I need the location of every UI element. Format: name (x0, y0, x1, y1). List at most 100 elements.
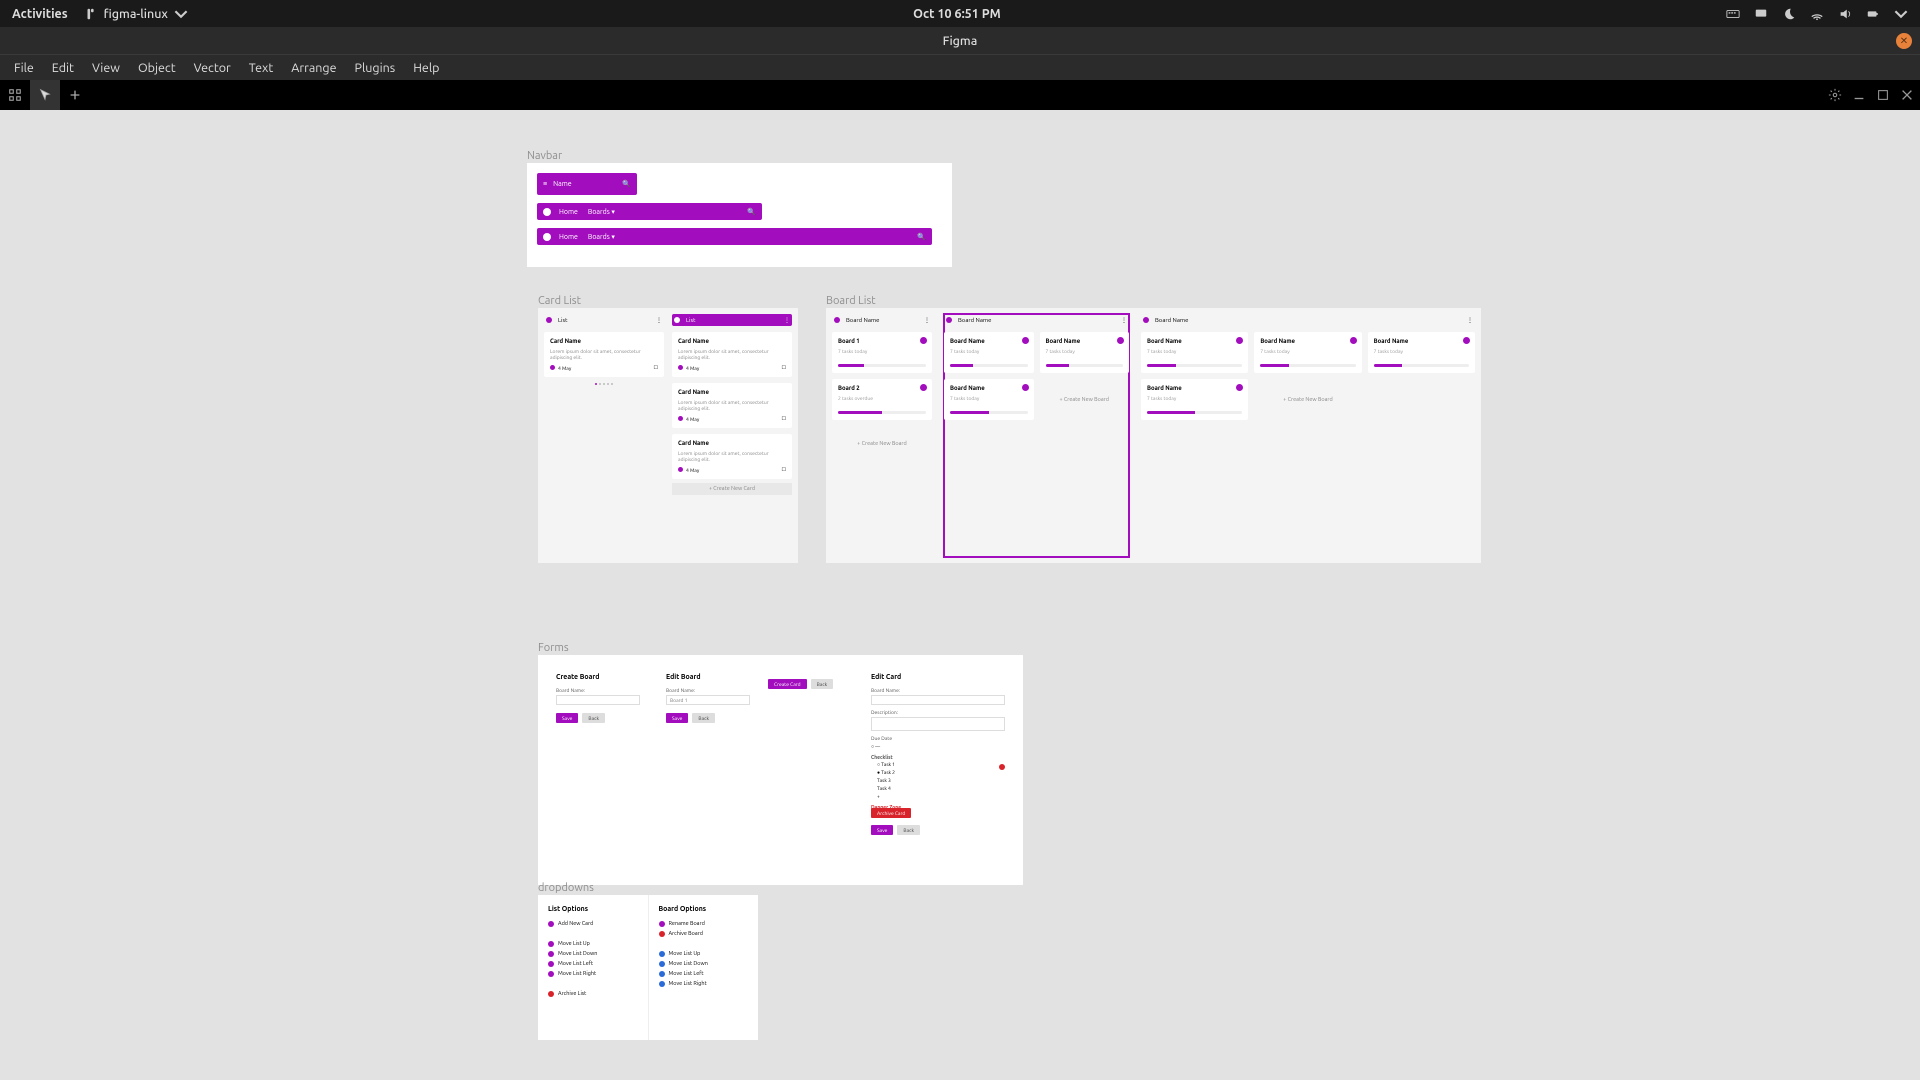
create-card-button[interactable]: + Create New Card (672, 483, 792, 495)
board-card[interactable]: Board Name7 tasks today (1141, 332, 1248, 373)
menu-vector[interactable]: Vector (186, 57, 239, 79)
save-button[interactable]: Save (871, 825, 893, 835)
dropdown-item[interactable]: Archive Board (659, 931, 749, 937)
board-card[interactable]: Board 1 7 tasks today (832, 332, 932, 373)
delete-icon[interactable] (999, 764, 1005, 770)
menu-edit[interactable]: Edit (44, 57, 82, 79)
settings-icon[interactable] (1828, 88, 1842, 102)
checkbox-icon[interactable]: ☐ (782, 466, 786, 473)
back-button[interactable]: Back (897, 825, 920, 835)
menu-help[interactable]: Help (405, 57, 447, 79)
frame-boardlist[interactable]: Board Name⋮ Board 1 7 tasks today Board … (826, 308, 1481, 563)
form-edit-card[interactable]: Edit Card Board Name: Description: Due D… (863, 665, 1013, 875)
minimize-icon[interactable] (1852, 88, 1866, 102)
card-item[interactable]: Card Name Lorem ipsum dolor sit amet, co… (672, 332, 792, 377)
chevron-down-icon[interactable] (1894, 7, 1908, 21)
dropdown-item[interactable]: Move List Left (548, 961, 638, 967)
grid-tool[interactable] (0, 80, 30, 110)
figma-canvas[interactable]: Navbar ≡ Name 🔍 Home Boards ▾ 🔍 Home Boa… (0, 110, 1920, 1080)
night-icon[interactable] (1782, 7, 1796, 21)
checklist-item[interactable]: Task 3 (877, 776, 1005, 784)
checklist-item[interactable]: Task 4 (877, 784, 1005, 792)
dropdown-item[interactable]: Add New Card (548, 921, 638, 927)
keyboard-icon[interactable] (1726, 7, 1740, 21)
dropdown-item[interactable]: Move List Left (659, 971, 749, 977)
checkbox-icon[interactable]: ☐ (654, 364, 658, 371)
search-icon[interactable]: 🔍 (917, 233, 926, 241)
checkbox-icon[interactable]: ☐ (782, 364, 786, 371)
card-item[interactable]: Card Name Lorem ipsum dolor sit amet, co… (672, 383, 792, 428)
menu-plugins[interactable]: Plugins (347, 57, 404, 79)
search-icon[interactable]: 🔍 (747, 208, 756, 216)
board-card[interactable]: Board 2 2 tasks overdue (832, 379, 932, 420)
dropdown-list-options[interactable]: List Options Add New Card Move List Up M… (538, 895, 649, 1040)
create-card-button[interactable]: Create Card (768, 679, 807, 689)
dropdown-item[interactable]: Archive List (548, 991, 638, 997)
menu-text[interactable]: Text (241, 57, 281, 79)
create-board-button[interactable]: + Create New Board (1254, 379, 1361, 420)
board-card[interactable]: Board Name7 tasks today (1040, 332, 1130, 373)
card-item[interactable]: Card Name Lorem ipsum dolor sit amet, co… (672, 434, 792, 479)
pagination-dots[interactable] (544, 383, 664, 385)
add-tool[interactable] (60, 80, 90, 110)
back-button[interactable]: Back (692, 713, 715, 723)
maximize-icon[interactable] (1876, 88, 1890, 102)
list-header-active[interactable]: List ⋮ (672, 314, 792, 326)
checkbox-icon[interactable]: ☐ (782, 415, 786, 422)
dropdown-item[interactable]: Move List Up (659, 951, 749, 957)
volume-icon[interactable] (1838, 7, 1852, 21)
dropdown-item[interactable]: Rename Board (659, 921, 749, 927)
form-create-board[interactable]: Create Board Board Name: SaveBack (548, 665, 648, 875)
board-card[interactable]: Board Name7 tasks today (1141, 379, 1248, 420)
archive-card-button[interactable]: Archive Card (871, 808, 911, 818)
nav-home[interactable]: Home (559, 233, 578, 241)
checklist-item[interactable]: ● Task 2 (877, 768, 1005, 776)
add-checklist-item[interactable]: + (877, 792, 1005, 800)
board-card[interactable]: Board Name7 tasks today (1368, 332, 1475, 373)
app-menu[interactable]: figma-linux (84, 7, 188, 21)
board-card[interactable]: Board Name7 tasks today (944, 379, 1034, 420)
save-button[interactable]: Save (556, 713, 578, 723)
text-input[interactable] (556, 695, 640, 705)
dropdown-item[interactable]: Move List Right (659, 981, 749, 987)
create-board-button[interactable]: + Create New Board (1040, 379, 1130, 420)
battery-icon[interactable] (1866, 7, 1880, 21)
move-tool[interactable] (30, 80, 60, 110)
search-icon[interactable]: 🔍 (622, 180, 631, 188)
frame-cardlist[interactable]: List ⋮ Card Name Lorem ipsum dolor sit a… (538, 308, 798, 563)
board-header[interactable]: Board Name⋮ (832, 314, 932, 326)
kebab-icon[interactable]: ⋮ (656, 317, 662, 324)
dropdown-item[interactable]: Move List Up (548, 941, 638, 947)
checklist-item[interactable]: ○ Task 1 (877, 760, 1005, 768)
frame-dropdowns[interactable]: List Options Add New Card Move List Up M… (538, 895, 758, 1040)
board-card[interactable]: Board Name7 tasks today (944, 332, 1034, 373)
menu-arrange[interactable]: Arrange (283, 57, 344, 79)
dropdown-item[interactable]: Move List Right (548, 971, 638, 977)
nav-boards[interactable]: Boards ▾ (588, 208, 615, 216)
window-close-button[interactable]: ✕ (1896, 33, 1912, 49)
text-input[interactable]: Board 1 (666, 695, 750, 705)
kebab-icon[interactable]: ⋮ (784, 317, 790, 324)
activities-button[interactable]: Activities (12, 7, 68, 21)
date-value[interactable]: ○ — (871, 743, 1005, 750)
hamburger-icon[interactable]: ≡ (543, 180, 547, 188)
text-input[interactable] (871, 695, 1005, 705)
frame-navbar[interactable]: ≡ Name 🔍 Home Boards ▾ 🔍 Home Boards ▾ 🔍 (527, 163, 952, 267)
dropdown-item[interactable]: Move List Down (548, 951, 638, 957)
menu-file[interactable]: File (6, 57, 42, 79)
card-item[interactable]: Card Name Lorem ipsum dolor sit amet, co… (544, 332, 664, 377)
menu-view[interactable]: View (84, 57, 128, 79)
board-section-selected[interactable]: Board Name⋮ Board Name7 tasks today Boar… (944, 314, 1129, 557)
save-button[interactable]: Save (666, 713, 688, 723)
dropdown-item[interactable]: Move List Down (659, 961, 749, 967)
close-icon[interactable] (1900, 88, 1914, 102)
dropdown-board-options[interactable]: Board Options Rename Board Archive Board… (649, 895, 759, 1040)
frame-forms[interactable]: Create Board Board Name: SaveBack Edit B… (538, 655, 1023, 885)
list-header[interactable]: List ⋮ (544, 314, 664, 326)
nav-boards[interactable]: Boards ▾ (588, 233, 615, 241)
screen-icon[interactable] (1754, 7, 1768, 21)
create-board-button[interactable]: + Create New Board (832, 426, 932, 462)
menu-object[interactable]: Object (130, 57, 184, 79)
back-button[interactable]: Back (582, 713, 605, 723)
network-icon[interactable] (1810, 7, 1824, 21)
